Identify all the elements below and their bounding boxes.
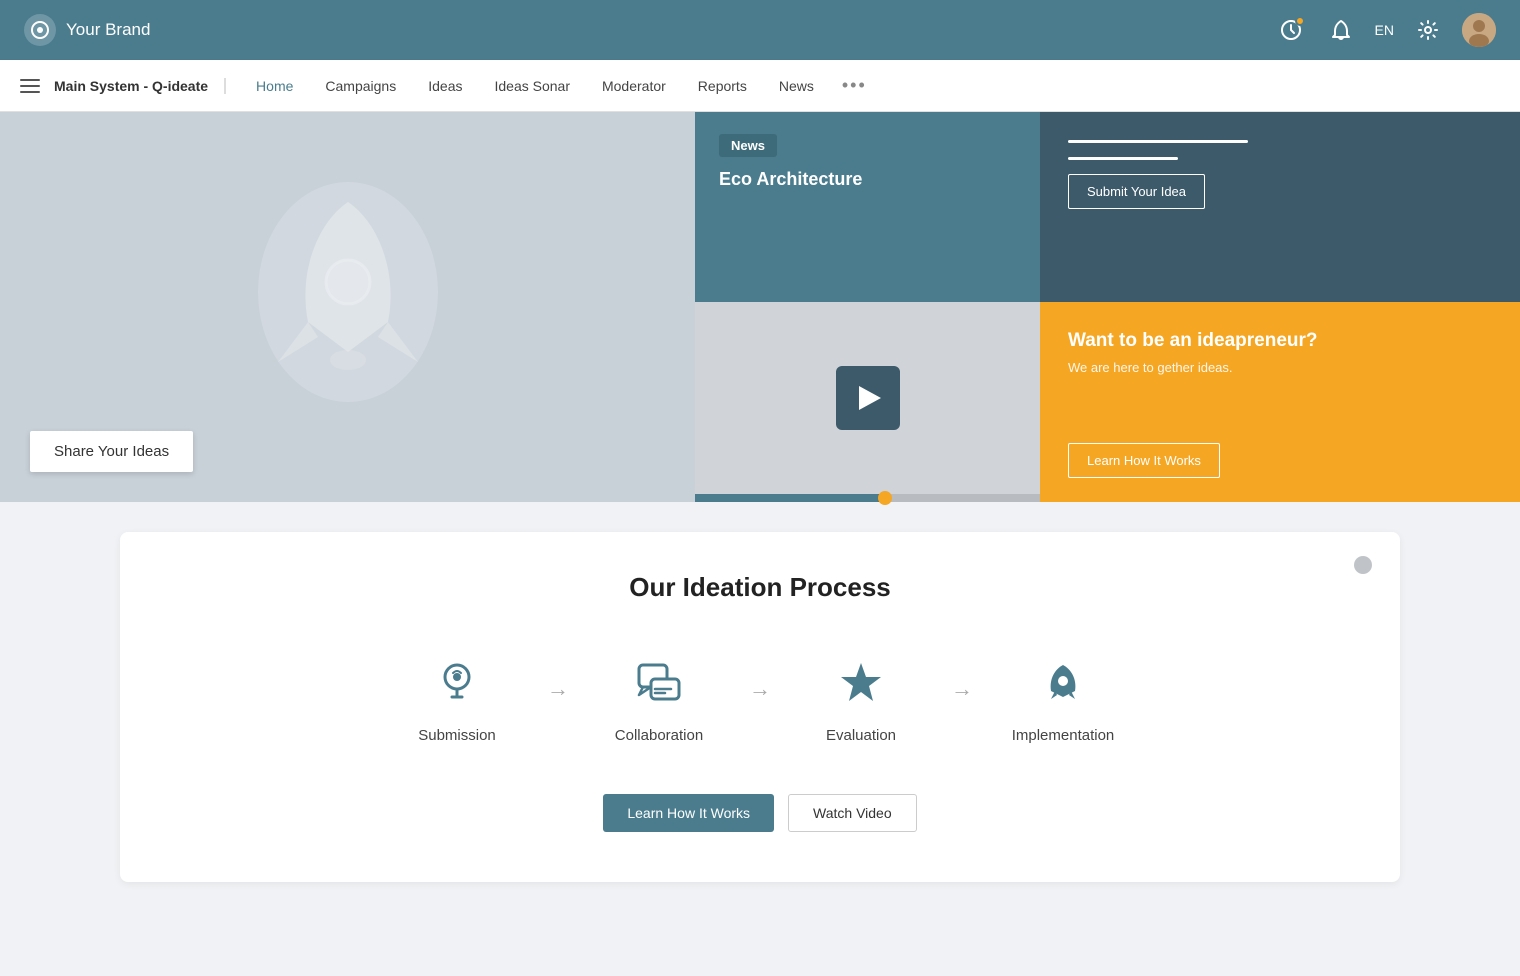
user-avatar[interactable]: [1462, 13, 1496, 47]
process-title: Our Ideation Process: [180, 572, 1340, 603]
process-dot: [1354, 556, 1372, 574]
evaluation-icon: [831, 653, 891, 713]
hero-section: Share Your Ideas News Eco Architecture S…: [0, 112, 1520, 502]
hero-banner: Share Your Ideas: [0, 112, 695, 502]
collaboration-icon: [629, 653, 689, 713]
ideapreneur-subtitle: We are here to gether ideas.: [1068, 360, 1492, 375]
menu-button[interactable]: [20, 79, 40, 93]
topbar: Your Brand EN: [0, 0, 1520, 60]
play-button[interactable]: [836, 366, 900, 430]
arrow-3: →: [951, 676, 973, 702]
video-player[interactable]: [695, 302, 1040, 494]
step-submission: Submission: [377, 653, 537, 744]
implementation-icon: [1033, 653, 1093, 713]
step-evaluation-label: Evaluation: [826, 727, 896, 744]
nav-links: Home Campaigns Ideas Ideas Sonar Moderat…: [240, 60, 879, 112]
nav-more[interactable]: •••: [830, 75, 879, 96]
settings-btn[interactable]: [1412, 14, 1444, 46]
nav-ideas-sonar[interactable]: Ideas Sonar: [478, 60, 586, 112]
topbar-actions: EN: [1275, 13, 1496, 47]
process-actions: Learn How It Works Watch Video: [180, 794, 1340, 832]
process-card: Our Ideation Process Submission →: [120, 532, 1400, 882]
ideapreneur-content: Want to be an ideapreneur? We are here t…: [1068, 330, 1492, 375]
submit-line-long: [1068, 140, 1248, 143]
lang-btn[interactable]: EN: [1375, 22, 1394, 38]
step-collaboration-label: Collaboration: [615, 727, 703, 744]
brand: Your Brand: [24, 14, 150, 46]
navbar: Main System - Q-ideate Home Campaigns Id…: [0, 60, 1520, 112]
system-label: Main System - Q-ideate: [54, 78, 226, 94]
submit-line-short: [1068, 157, 1178, 160]
nav-ideas[interactable]: Ideas: [412, 60, 478, 112]
process-steps: Submission → Collaboration →: [180, 653, 1340, 744]
brand-icon: [24, 14, 56, 46]
nav-home[interactable]: Home: [240, 60, 309, 112]
nav-campaigns[interactable]: Campaigns: [309, 60, 412, 112]
learn-how-it-works-button[interactable]: Learn How It Works: [603, 794, 774, 832]
hero-middle: News Eco Architecture: [695, 112, 1040, 502]
step-implementation: Implementation: [983, 653, 1143, 744]
submit-idea-button[interactable]: Submit Your Idea: [1068, 174, 1205, 209]
nav-moderator[interactable]: Moderator: [586, 60, 682, 112]
process-section: Our Ideation Process Submission →: [0, 502, 1520, 922]
ideapreneur-panel: Want to be an ideapreneur? We are here t…: [1040, 302, 1520, 502]
video-progress-bar[interactable]: [695, 494, 1040, 502]
news-card: News Eco Architecture: [695, 112, 1040, 302]
news-badge: News: [719, 134, 777, 157]
status-icon-btn[interactable]: [1275, 14, 1307, 46]
learn-how-works-button[interactable]: Learn How It Works: [1068, 443, 1220, 478]
video-progress-dot: [878, 491, 892, 505]
nav-reports[interactable]: Reports: [682, 60, 763, 112]
video-card: [695, 302, 1040, 502]
submission-icon: [427, 653, 487, 713]
submit-panel: Submit Your Idea: [1040, 112, 1520, 302]
step-submission-label: Submission: [418, 727, 496, 744]
nav-news[interactable]: News: [763, 60, 830, 112]
watch-video-button[interactable]: Watch Video: [788, 794, 917, 832]
arrow-1: →: [547, 676, 569, 702]
status-dot: [1295, 16, 1305, 26]
avatar-image: [1462, 13, 1496, 47]
share-ideas-button[interactable]: Share Your Ideas: [30, 431, 193, 472]
step-collaboration: Collaboration: [579, 653, 739, 744]
notification-btn[interactable]: [1325, 14, 1357, 46]
news-title: Eco Architecture: [719, 169, 1016, 190]
arrow-2: →: [749, 676, 771, 702]
ideapreneur-title: Want to be an ideapreneur?: [1068, 330, 1492, 352]
video-progress-fill: [695, 494, 885, 502]
step-evaluation: Evaluation: [781, 653, 941, 744]
play-icon: [859, 386, 881, 410]
step-implementation-label: Implementation: [1012, 727, 1115, 744]
hero-right: Submit Your Idea Want to be an ideaprene…: [1040, 112, 1520, 502]
rocket-illustration: [178, 142, 518, 442]
brand-name: Your Brand: [66, 20, 150, 40]
